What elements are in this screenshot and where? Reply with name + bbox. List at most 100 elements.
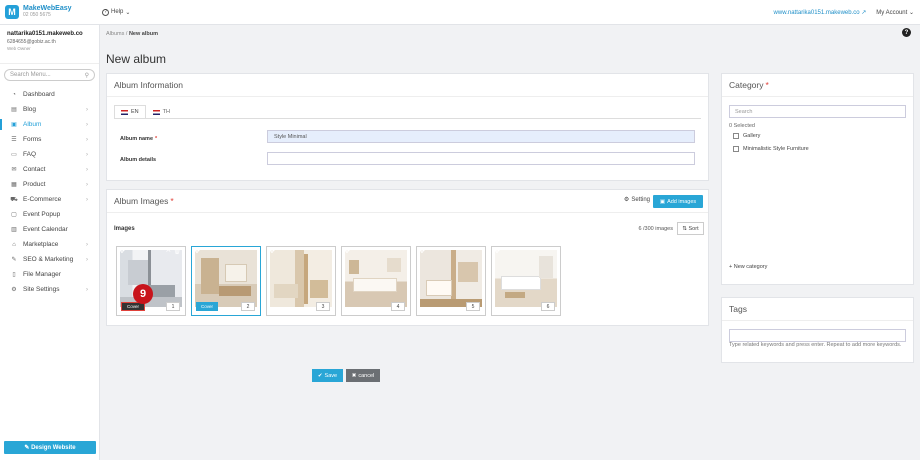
sidebar-item-marketplace[interactable]: ⌂ Marketplace › (0, 237, 99, 252)
add-images-button[interactable]: ▣ Add images (653, 195, 703, 208)
album-image-thumb[interactable]: ✥ 6 (491, 246, 561, 316)
new-category-link[interactable]: + New category (729, 264, 767, 270)
plus-icon: + (729, 264, 733, 270)
trash-icon[interactable]: 🗑 (173, 248, 181, 255)
sidebar-item-faq[interactable]: ▭ FAQ › (0, 147, 99, 162)
room-photo (495, 250, 557, 307)
help-icon[interactable]: ? (902, 28, 911, 37)
move-icon[interactable]: ✥ (119, 247, 125, 255)
setting-label: Setting (631, 196, 650, 203)
image-count: 6 /300 images (638, 226, 673, 232)
new-category-label: New category (733, 264, 768, 270)
design-website-label: Design Website (31, 444, 76, 451)
user-block: nattarika0151.makeweb.co 6284655@gobiz.a… (0, 25, 99, 64)
sort-button[interactable]: ⇅ Sort (677, 222, 704, 235)
design-website-button[interactable]: ✎ Design Website (4, 441, 96, 454)
tab-th[interactable]: TH (146, 105, 177, 118)
album-image-thumb[interactable]: ✥ 5 (416, 246, 486, 316)
thumb-tools: A 🗑 (166, 248, 181, 255)
sidebar-item-site-settings[interactable]: ⚙ Site Settings › (0, 282, 99, 297)
sidebar-item-label: Album (23, 121, 42, 128)
seo-icon: ✎ (11, 257, 17, 263)
step-badge: 9 (133, 284, 153, 304)
external-link-icon: ↗ (861, 10, 867, 16)
sidebar-search-placeholder: Search Menu... (10, 72, 51, 78)
sidebar-item-seo-marketing[interactable]: ✎ SEO & Marketing › (0, 252, 99, 267)
cancel-label: cancel (358, 372, 375, 379)
thumb-order[interactable]: 1 (166, 302, 180, 311)
sidebar-item-label: Event Popup (23, 211, 61, 218)
save-button[interactable]: ✔ Save (312, 369, 343, 382)
breadcrumb-parent[interactable]: Albums (106, 31, 124, 37)
help-menu[interactable]: ? Help ⌄ (102, 8, 130, 16)
thumb-order[interactable]: 3 (316, 302, 330, 311)
album-icon: ▣ (11, 122, 17, 128)
checkbox[interactable] (733, 146, 739, 152)
logo-phone: 02 050 5675 (23, 12, 51, 19)
category-card: Category * Search 0 Selected Gallery Mini… (721, 73, 914, 285)
breadcrumb-current: New album (128, 31, 158, 37)
sidebar-search-input[interactable]: Search Menu... ⚲ (4, 69, 95, 81)
checkbox[interactable] (733, 133, 739, 139)
gear-icon: ⚙ (623, 197, 630, 203)
close-icon: ✖ (351, 372, 357, 379)
category-search-input[interactable]: Search (729, 105, 906, 118)
sidebar-item-dashboard[interactable]: ◔ Dashboard (0, 87, 99, 102)
breadcrumb: Albums / New album (106, 31, 158, 37)
site-link[interactable]: www.nattarika0151.makeweb.co ↗ (774, 9, 867, 16)
sidebar-item-forms[interactable]: ☰ Forms › (0, 132, 99, 147)
category-title: Category * (722, 74, 913, 97)
flag-th-icon (152, 109, 160, 115)
popup-icon: ▢ (11, 212, 17, 218)
sidebar-item-file-manager[interactable]: ▯ File Manager (0, 267, 99, 282)
logo[interactable]: M MakeWebEasy 02 050 5675 (0, 5, 100, 19)
move-icon[interactable]: ✥ (494, 247, 500, 255)
sidebar-item-label: Product (23, 181, 46, 188)
category-item-minimalistic[interactable]: Minimalistic Style Furniture (733, 146, 809, 152)
move-icon[interactable]: ✥ (194, 247, 200, 255)
move-icon[interactable]: ✥ (344, 247, 350, 255)
thumb-order[interactable]: 2 (241, 302, 255, 311)
thumb-order[interactable]: 4 (391, 302, 405, 311)
album-details-label: Album details (120, 157, 157, 163)
sidebar-item-contact[interactable]: ✉ Contact › (0, 162, 99, 177)
room-photo (195, 250, 257, 307)
sidebar-item-album[interactable]: ▣ Album › (0, 117, 99, 132)
album-details-input[interactable] (267, 152, 695, 165)
text-icon[interactable]: A (166, 248, 170, 255)
sidebar-item-product[interactable]: ▦ Product › (0, 177, 99, 192)
category-item-label: Minimalistic Style Furniture (743, 146, 809, 152)
my-account-menu[interactable]: My Account ⌄ (876, 9, 914, 16)
album-image-thumb[interactable]: ✥ 3 (266, 246, 336, 316)
chevron-right-icon: › (86, 286, 88, 293)
album-image-thumb[interactable]: ✥ Cover 2 (191, 246, 261, 316)
help-icon: ? (102, 8, 109, 16)
album-image-thumb[interactable]: ✥ 4 (341, 246, 411, 316)
move-icon[interactable]: ✥ (419, 247, 425, 255)
calendar-icon: ▥ (11, 227, 17, 233)
album-information-title: Album Information (107, 74, 708, 97)
chevron-down-icon: ⌄ (908, 10, 914, 16)
tab-en[interactable]: EN (114, 105, 146, 118)
room-photo (345, 250, 407, 307)
thumb-order[interactable]: 5 (466, 302, 480, 311)
category-item-label: Gallery (743, 133, 761, 139)
flag-en-icon (121, 109, 128, 115)
tags-input[interactable] (729, 329, 906, 342)
sidebar-item-event-popup[interactable]: ▢ Event Popup (0, 207, 99, 222)
sidebar-item-event-calendar[interactable]: ▥ Event Calendar (0, 222, 99, 237)
move-icon[interactable]: ✥ (269, 247, 275, 255)
sidebar-item-blog[interactable]: ▤ Blog › (0, 102, 99, 117)
category-item-gallery[interactable]: Gallery (733, 133, 760, 139)
my-account-label: My Account (876, 10, 908, 16)
sort-label: Sort (688, 225, 699, 232)
sidebar-item-ecommerce[interactable]: ⛟ E-Commerce › (0, 192, 99, 207)
pencil-icon: ✎ (24, 445, 30, 451)
album-image-thumb[interactable]: ✥ A 🗑 Cover 1 (116, 246, 186, 316)
cancel-button[interactable]: ✖ cancel (346, 369, 380, 382)
setting-button[interactable]: ⚙ Setting (623, 196, 650, 204)
album-name-input[interactable]: Style Minimal (267, 130, 695, 143)
thumb-order[interactable]: 6 (541, 302, 555, 311)
chevron-right-icon: › (86, 151, 88, 158)
room-photo (420, 250, 482, 307)
